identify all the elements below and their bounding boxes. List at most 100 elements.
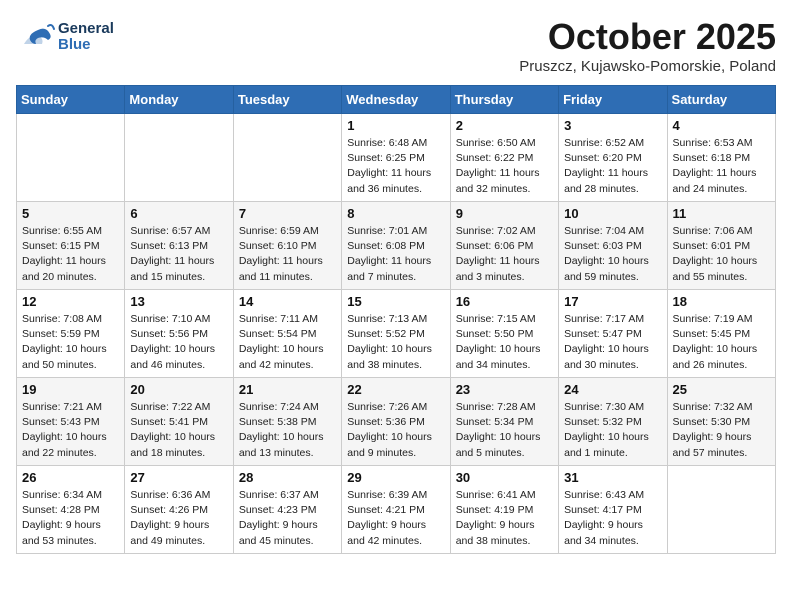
calendar-cell: 25Sunrise: 7:32 AM Sunset: 5:30 PM Dayli… xyxy=(667,378,775,466)
day-number: 22 xyxy=(347,382,444,397)
calendar-cell xyxy=(125,114,233,202)
week-row-5: 26 Sunrise: 6:34 AM Sunset: 4:28 PM Dayli… xyxy=(17,466,776,554)
day-number: 5 xyxy=(22,206,119,221)
day-content: Sunrise: 7:11 AM Sunset: 5:54 PM Dayligh… xyxy=(239,312,336,373)
weekday-header-saturday: Saturday xyxy=(667,86,775,114)
logo-text-block: General Blue xyxy=(58,21,114,54)
calendar-cell: 15 Sunrise: 7:13 AM Sunset: 5:52 PM Dayli… xyxy=(342,290,450,378)
day-number: 19 xyxy=(22,382,119,397)
day-number: 11 xyxy=(673,206,770,221)
week-row-2: 5 Sunrise: 6:55 AM Sunset: 6:15 PM Daylig… xyxy=(17,202,776,290)
day-content: Sunrise: 7:26 AM Sunset: 5:36 PM Dayligh… xyxy=(347,400,444,461)
day-number: 24 xyxy=(564,382,661,397)
calendar-cell: 5 Sunrise: 6:55 AM Sunset: 6:15 PM Daylig… xyxy=(17,202,125,290)
day-content: Sunrise: 7:30 AM Sunset: 5:32 PM Dayligh… xyxy=(564,400,661,461)
day-number: 16 xyxy=(456,294,553,309)
day-content: Sunrise: 7:08 AM Sunset: 5:59 PM Dayligh… xyxy=(22,312,119,373)
calendar-cell: 13 Sunrise: 7:10 AM Sunset: 5:56 PM Dayli… xyxy=(125,290,233,378)
day-number: 28 xyxy=(239,470,336,485)
calendar-cell: 20 Sunrise: 7:22 AM Sunset: 5:41 PM Dayli… xyxy=(125,378,233,466)
day-content: Sunrise: 6:43 AM Sunset: 4:17 PM Dayligh… xyxy=(564,488,661,549)
day-number: 6 xyxy=(130,206,227,221)
calendar-cell: 21 Sunrise: 7:24 AM Sunset: 5:38 PM Dayli… xyxy=(233,378,341,466)
calendar-cell: 7 Sunrise: 6:59 AM Sunset: 6:10 PM Daylig… xyxy=(233,202,341,290)
day-number: 8 xyxy=(347,206,444,221)
weekday-header-sunday: Sunday xyxy=(17,86,125,114)
day-number: 25 xyxy=(673,382,770,397)
calendar-cell: 12 Sunrise: 7:08 AM Sunset: 5:59 PM Dayli… xyxy=(17,290,125,378)
calendar-cell: 24 Sunrise: 7:30 AM Sunset: 5:32 PM Dayli… xyxy=(559,378,667,466)
calendar-cell: 17Sunrise: 7:17 AM Sunset: 5:47 PM Dayli… xyxy=(559,290,667,378)
day-content: Sunrise: 7:01 AM Sunset: 6:08 PM Dayligh… xyxy=(347,224,444,285)
day-number: 4 xyxy=(673,118,770,133)
day-number: 13 xyxy=(130,294,227,309)
calendar-cell: 11 Sunrise: 7:06 AM Sunset: 6:01 PM Dayli… xyxy=(667,202,775,290)
day-content: Sunrise: 7:22 AM Sunset: 5:41 PM Dayligh… xyxy=(130,400,227,461)
day-number: 3 xyxy=(564,118,661,133)
calendar-cell: 29Sunrise: 6:39 AM Sunset: 4:21 PM Dayli… xyxy=(342,466,450,554)
weekday-header-thursday: Thursday xyxy=(450,86,558,114)
day-number: 15 xyxy=(347,294,444,309)
location: Pruszcz, Kujawsko-Pomorskie, Poland xyxy=(519,58,776,75)
weekday-header-row: SundayMondayTuesdayWednesdayThursdayFrid… xyxy=(17,86,776,114)
day-content: Sunrise: 6:57 AM Sunset: 6:13 PM Dayligh… xyxy=(130,224,227,285)
day-number: 7 xyxy=(239,206,336,221)
day-number: 21 xyxy=(239,382,336,397)
day-content: Sunrise: 7:19 AM Sunset: 5:45 PM Dayligh… xyxy=(673,312,770,373)
day-content: Sunrise: 6:37 AM Sunset: 4:23 PM Dayligh… xyxy=(239,488,336,549)
day-content: Sunrise: 6:34 AM Sunset: 4:28 PM Dayligh… xyxy=(22,488,119,549)
day-content: Sunrise: 7:06 AM Sunset: 6:01 PM Dayligh… xyxy=(673,224,770,285)
day-content: Sunrise: 7:10 AM Sunset: 5:56 PM Dayligh… xyxy=(130,312,227,373)
day-content: Sunrise: 7:04 AM Sunset: 6:03 PM Dayligh… xyxy=(564,224,661,285)
logo-line1: General xyxy=(58,21,114,38)
day-number: 20 xyxy=(130,382,227,397)
day-number: 12 xyxy=(22,294,119,309)
day-number: 26 xyxy=(22,470,119,485)
calendar-cell: 3 Sunrise: 6:52 AM Sunset: 6:20 PM Daylig… xyxy=(559,114,667,202)
week-row-1: 1Sunrise: 6:48 AM Sunset: 6:25 PM Daylig… xyxy=(17,114,776,202)
day-content: Sunrise: 7:13 AM Sunset: 5:52 PM Dayligh… xyxy=(347,312,444,373)
day-number: 23 xyxy=(456,382,553,397)
week-row-4: 19 Sunrise: 7:21 AM Sunset: 5:43 PM Dayli… xyxy=(17,378,776,466)
calendar-cell: 23 Sunrise: 7:28 AM Sunset: 5:34 PM Dayli… xyxy=(450,378,558,466)
calendar-cell xyxy=(667,466,775,554)
day-content: Sunrise: 7:24 AM Sunset: 5:38 PM Dayligh… xyxy=(239,400,336,461)
calendar-cell: 2 Sunrise: 6:50 AM Sunset: 6:22 PM Daylig… xyxy=(450,114,558,202)
day-content: Sunrise: 7:21 AM Sunset: 5:43 PM Dayligh… xyxy=(22,400,119,461)
calendar-cell: 31Sunrise: 6:43 AM Sunset: 4:17 PM Dayli… xyxy=(559,466,667,554)
day-content: Sunrise: 6:55 AM Sunset: 6:15 PM Dayligh… xyxy=(22,224,119,285)
weekday-header-tuesday: Tuesday xyxy=(233,86,341,114)
calendar-cell: 1Sunrise: 6:48 AM Sunset: 6:25 PM Daylig… xyxy=(342,114,450,202)
day-content: Sunrise: 6:52 AM Sunset: 6:20 PM Dayligh… xyxy=(564,136,661,197)
calendar-cell: 28 Sunrise: 6:37 AM Sunset: 4:23 PM Dayli… xyxy=(233,466,341,554)
calendar-cell xyxy=(233,114,341,202)
day-number: 29 xyxy=(347,470,444,485)
week-row-3: 12 Sunrise: 7:08 AM Sunset: 5:59 PM Dayli… xyxy=(17,290,776,378)
day-content: Sunrise: 7:28 AM Sunset: 5:34 PM Dayligh… xyxy=(456,400,553,461)
calendar-cell: 8 Sunrise: 7:01 AM Sunset: 6:08 PM Daylig… xyxy=(342,202,450,290)
day-number: 10 xyxy=(564,206,661,221)
day-number: 2 xyxy=(456,118,553,133)
day-number: 18 xyxy=(673,294,770,309)
calendar-cell: 22 Sunrise: 7:26 AM Sunset: 5:36 PM Dayli… xyxy=(342,378,450,466)
calendar-cell: 9Sunrise: 7:02 AM Sunset: 6:06 PM Daylig… xyxy=(450,202,558,290)
day-content: Sunrise: 6:36 AM Sunset: 4:26 PM Dayligh… xyxy=(130,488,227,549)
day-content: Sunrise: 7:15 AM Sunset: 5:50 PM Dayligh… xyxy=(456,312,553,373)
weekday-header-wednesday: Wednesday xyxy=(342,86,450,114)
logo-line2: Blue xyxy=(58,37,114,54)
day-content: Sunrise: 6:59 AM Sunset: 6:10 PM Dayligh… xyxy=(239,224,336,285)
calendar-cell: 26 Sunrise: 6:34 AM Sunset: 4:28 PM Dayli… xyxy=(17,466,125,554)
day-content: Sunrise: 7:17 AM Sunset: 5:47 PM Dayligh… xyxy=(564,312,661,373)
day-content: Sunrise: 6:50 AM Sunset: 6:22 PM Dayligh… xyxy=(456,136,553,197)
calendar-cell: 14 Sunrise: 7:11 AM Sunset: 5:54 PM Dayli… xyxy=(233,290,341,378)
logo-container: General Blue xyxy=(16,16,114,58)
day-number: 1 xyxy=(347,118,444,133)
weekday-header-monday: Monday xyxy=(125,86,233,114)
weekday-header-friday: Friday xyxy=(559,86,667,114)
day-number: 30 xyxy=(456,470,553,485)
calendar-cell xyxy=(17,114,125,202)
calendar-cell: 27Sunrise: 6:36 AM Sunset: 4:26 PM Dayli… xyxy=(125,466,233,554)
day-number: 14 xyxy=(239,294,336,309)
logo-bird-icon xyxy=(16,16,58,58)
calendar-cell: 6 Sunrise: 6:57 AM Sunset: 6:13 PM Daylig… xyxy=(125,202,233,290)
